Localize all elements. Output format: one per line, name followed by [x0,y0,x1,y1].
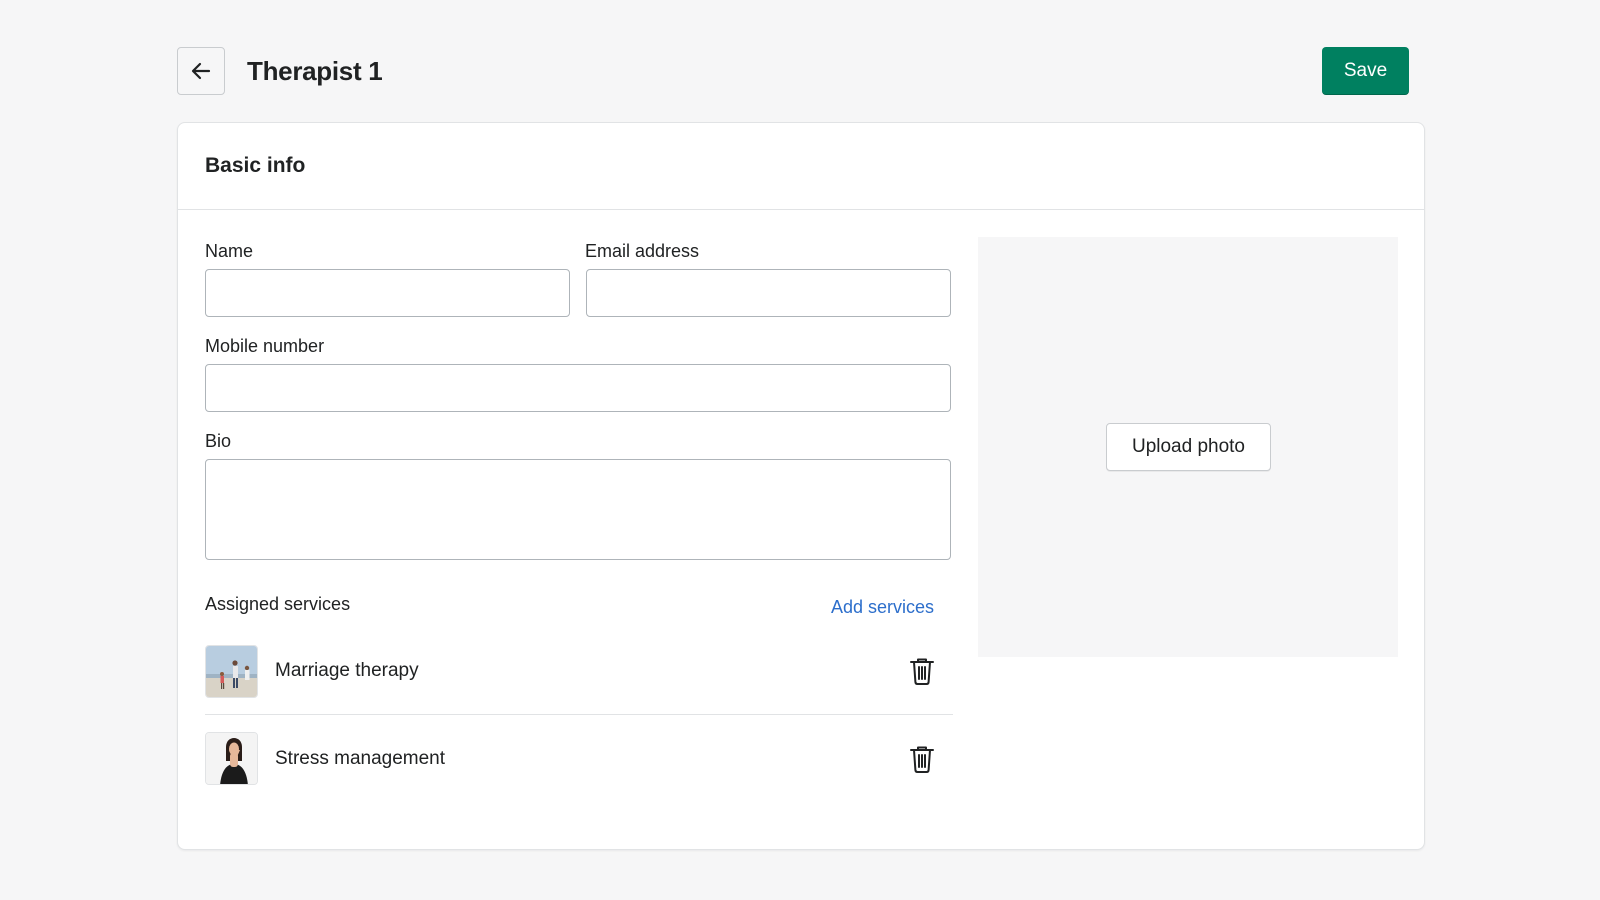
page-title: Therapist 1 [247,55,383,86]
service-row-marriage-therapy: Marriage therapy [205,628,953,715]
email-input[interactable] [586,269,951,317]
mobile-label: Mobile number [205,336,325,356]
email-label: Email address [585,241,700,261]
service-row-stress-management: Stress management [205,715,953,802]
mobile-input[interactable] [205,364,951,412]
bio-textarea[interactable] [205,459,951,560]
trash-icon [910,746,934,773]
assigned-services-label: Assigned services [205,594,351,614]
photo-upload-area[interactable]: Upload photo [978,237,1398,657]
card-header: Basic info [178,123,1424,210]
remove-service-button[interactable] [905,654,939,688]
stressed-woman-photo [206,733,257,784]
card-title: Basic info [205,154,306,177]
bio-label: Bio [205,431,232,451]
trash-icon [910,658,934,685]
basic-info-card: Basic info Name Email address Mobile num… [177,122,1425,850]
back-button[interactable] [177,47,225,95]
service-thumbnail [205,732,258,785]
service-name: Stress management [275,747,446,769]
remove-service-button[interactable] [905,742,939,776]
page-header: Therapist 1 Save [177,47,1409,95]
family-beach-photo [206,645,257,697]
name-input[interactable] [205,269,570,317]
add-services-link[interactable]: Add services [831,597,934,618]
service-thumbnail [205,644,258,698]
save-button[interactable]: Save [1322,47,1409,95]
upload-photo-button[interactable]: Upload photo [1106,423,1271,471]
service-name: Marriage therapy [275,660,419,681]
arrow-left-icon [191,62,211,80]
name-label: Name [205,241,254,261]
